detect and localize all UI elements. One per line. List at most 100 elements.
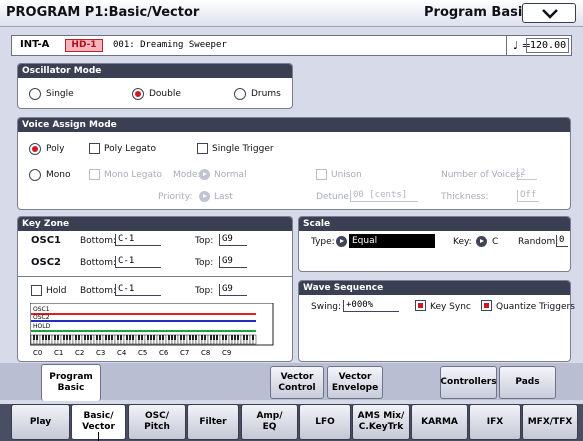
- black-key: [213, 335, 215, 340]
- tempo-control[interactable]: ♩ = 120.00: [506, 35, 572, 56]
- quantize-triggers-checkbox[interactable]: [481, 300, 492, 311]
- tab-filter[interactable]: Filter: [187, 404, 239, 440]
- detune-field[interactable]: 00 [cents]: [350, 190, 418, 202]
- hold-top-field[interactable]: G9: [219, 284, 247, 296]
- osc1-top-label: Top:: [195, 236, 214, 246]
- keyboard-zone-graph: OSC1 OSC2 HOLD C0 C1 C2 C3 C4 C5 C6 C7 C8 C9: [30, 303, 274, 357]
- black-key: [195, 335, 197, 340]
- hold-checkbox[interactable]: [31, 285, 42, 296]
- mode-arrow-icon[interactable]: [199, 169, 210, 180]
- hold-label: Hold: [46, 286, 67, 296]
- hold-bottom-field[interactable]: C-1: [115, 284, 161, 296]
- tab-mfx-tfx[interactable]: MFX/TFX: [522, 404, 578, 440]
- double-radio[interactable]: [132, 88, 144, 100]
- black-key: [126, 335, 128, 340]
- osc2-top-field[interactable]: G9: [219, 256, 247, 268]
- tab-play[interactable]: Play: [11, 404, 70, 440]
- tab-ifx[interactable]: IFX: [469, 404, 521, 440]
- octave-label: C7: [180, 349, 189, 357]
- black-key: [201, 335, 203, 340]
- scale-type-select[interactable]: Equal Temperament: [349, 234, 435, 260]
- black-key: [138, 335, 140, 340]
- scale-type-arrow-icon[interactable]: [336, 236, 347, 247]
- tab-lfo[interactable]: LFO: [299, 404, 351, 440]
- key-zone-divider: [18, 276, 292, 277]
- tab-karma[interactable]: KARMA: [411, 404, 468, 440]
- tab-ams-mix[interactable]: AMS Mix/C.KeyTrk: [352, 404, 410, 440]
- hold-bottom-label: Bottom:: [80, 286, 117, 296]
- single-trigger-checkbox[interactable]: [197, 143, 208, 154]
- black-key: [243, 335, 245, 340]
- octave-label: C6: [159, 349, 169, 357]
- tab-pads[interactable]: Pads: [499, 366, 556, 399]
- black-key: [33, 335, 35, 340]
- black-key: [141, 335, 143, 340]
- poly-radio[interactable]: [29, 143, 41, 155]
- black-key: [168, 335, 170, 340]
- black-key: [54, 335, 56, 340]
- unison-checkbox[interactable]: [316, 169, 327, 180]
- tab-controllers[interactable]: Controllers: [440, 366, 497, 399]
- black-key: [45, 335, 47, 340]
- black-key: [252, 335, 254, 340]
- mono-radio[interactable]: [29, 169, 41, 181]
- tab-osc-pitch[interactable]: OSC/Pitch: [128, 404, 186, 440]
- scale-key-value[interactable]: C: [492, 237, 498, 247]
- mono-legato-label: Mono Legato: [104, 170, 162, 180]
- single-label: Single: [46, 89, 74, 99]
- single-radio[interactable]: [29, 88, 41, 100]
- black-key: [189, 335, 191, 340]
- poly-legato-checkbox[interactable]: [89, 143, 100, 154]
- black-key: [99, 335, 101, 340]
- black-key: [192, 335, 194, 340]
- octave-label: C0: [33, 349, 42, 357]
- legend-osc1: OSC1: [33, 306, 50, 313]
- mono-legato-checkbox[interactable]: [89, 169, 100, 180]
- octave-label: C2: [75, 349, 84, 357]
- osc2-top-label: Top:: [195, 258, 214, 268]
- mono-label: Mono: [46, 170, 71, 180]
- tab-vector-control[interactable]: Vector Control: [270, 366, 324, 399]
- priority-arrow-icon[interactable]: [199, 191, 210, 202]
- black-key: [57, 335, 59, 340]
- priority-value: Last: [214, 192, 233, 202]
- swing-field[interactable]: +000%: [343, 300, 399, 312]
- tab-amp-eq[interactable]: Amp/EQ: [241, 404, 298, 440]
- unison-label: Unison: [331, 170, 362, 180]
- oscillator-mode-panel: Oscillator Mode: [17, 63, 293, 109]
- mode-label: Mode:: [173, 170, 201, 180]
- scale-type-label: Type:: [311, 237, 335, 247]
- drums-radio[interactable]: [234, 88, 246, 100]
- tab-program-basic[interactable]: Program Basic: [41, 364, 101, 401]
- octave-label: C9: [222, 349, 231, 357]
- black-key: [159, 335, 161, 340]
- tab-vector-envelope[interactable]: Vector Envelope: [327, 366, 383, 399]
- black-key: [210, 335, 212, 340]
- mode-value: Normal: [214, 170, 247, 180]
- black-key: [120, 335, 122, 340]
- black-key: [75, 335, 77, 340]
- legend-osc2: OSC2: [33, 314, 50, 321]
- page-menu-button[interactable]: [522, 3, 576, 23]
- osc1-bottom-label: Bottom:: [80, 236, 117, 246]
- osc2-bottom-field[interactable]: C-1: [115, 256, 161, 268]
- osc1-bottom-field[interactable]: C-1: [115, 234, 161, 246]
- program-select[interactable]: INT-A HD-1 001: Dreaming Sweeper: [11, 35, 571, 56]
- hold-top-label: Top:: [195, 286, 214, 296]
- thickness-field[interactable]: Off: [517, 190, 539, 202]
- black-key: [222, 335, 224, 340]
- key-sync-checkbox[interactable]: [415, 300, 426, 311]
- black-key: [246, 335, 248, 340]
- scale-random-field[interactable]: 0: [556, 235, 568, 247]
- legend-hold: HOLD: [33, 323, 51, 330]
- osc1-top-field[interactable]: G9: [219, 234, 247, 246]
- black-key: [36, 335, 38, 340]
- drums-label: Drums: [251, 89, 281, 99]
- number-of-voices-field[interactable]: 2: [517, 168, 537, 180]
- scale-key-arrow-icon[interactable]: [476, 236, 487, 247]
- black-key: [105, 335, 107, 340]
- key-zone-header: Key Zone: [18, 217, 292, 231]
- number-of-voices-label: Number of Voices:: [441, 170, 524, 180]
- tempo-value[interactable]: 120.00: [526, 38, 569, 53]
- thickness-label: Thickness:: [441, 192, 489, 202]
